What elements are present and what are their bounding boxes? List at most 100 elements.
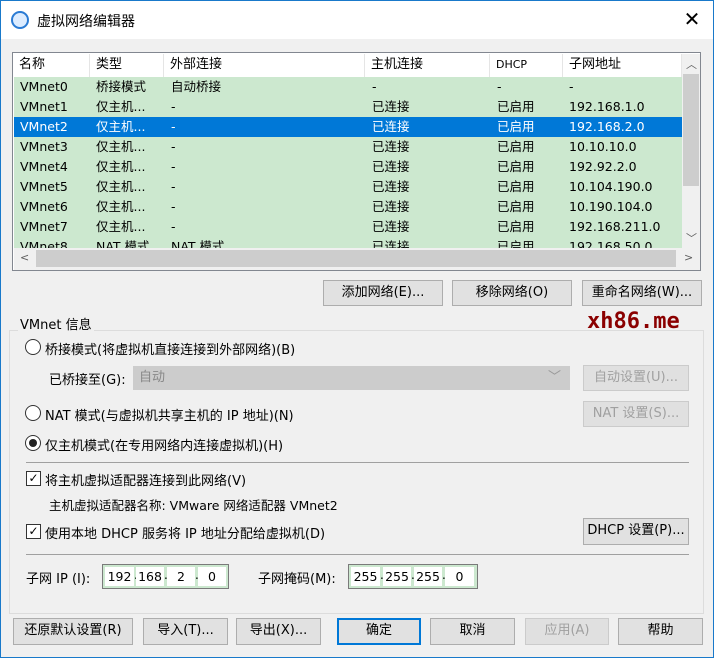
cell-host: 已连接: [372, 119, 410, 134]
watermark: xh86.me: [587, 309, 680, 334]
cell-type: 仅主机...: [96, 139, 146, 154]
column-header-subnet[interactable]: 子网地址: [563, 54, 682, 77]
scroll-right-icon[interactable]: >: [684, 251, 693, 264]
close-button[interactable]: ✕: [679, 7, 705, 31]
table-row[interactable]: VMnet2 仅主机... - 已连接 已启用 192.168.2.0: [14, 117, 682, 137]
table-row[interactable]: VMnet3 仅主机... - 已连接 已启用 10.10.10.0: [14, 137, 682, 157]
table-row[interactable]: VMnet1 仅主机... - 已连接 已启用 192.168.1.0: [14, 97, 682, 117]
ip-octet[interactable]: 168: [136, 567, 164, 586]
cell-host: 已连接: [372, 179, 410, 194]
cell-subnet: 192.168.1.0: [569, 99, 645, 114]
cell-type: 仅主机...: [96, 119, 146, 134]
nat-mode-label[interactable]: NAT 模式(与虚拟机共享主机的 IP 地址)(N): [45, 405, 294, 424]
auto-settings-button[interactable]: 自动设置(U)...: [583, 365, 689, 391]
help-button[interactable]: 帮助: [618, 618, 703, 645]
connect-adapter-checkbox[interactable]: ✓: [26, 471, 41, 486]
cell-type: 仅主机...: [96, 99, 146, 114]
column-header-host[interactable]: 主机连接: [365, 54, 490, 77]
rename-network-button[interactable]: 重命名网络(W)...: [582, 280, 702, 306]
cell-dhcp: 已启用: [497, 219, 535, 234]
apply-button[interactable]: 应用(A): [525, 618, 609, 645]
cell-host: 已连接: [372, 159, 410, 174]
add-network-button[interactable]: 添加网络(E)...: [323, 280, 443, 306]
cell-external: -: [171, 159, 176, 174]
cell-external: -: [171, 139, 176, 154]
cell-dhcp: 已启用: [497, 119, 535, 134]
host-only-mode-label[interactable]: 仅主机模式(在专用网络内连接虚拟机)(H): [45, 435, 283, 454]
cell-external: -: [171, 219, 176, 234]
scrollbar-thumb[interactable]: [36, 250, 676, 267]
mask-octet[interactable]: 255: [414, 567, 442, 586]
cancel-button[interactable]: 取消: [430, 618, 515, 645]
cell-name: VMnet7: [20, 219, 68, 234]
export-button[interactable]: 导出(X)...: [236, 618, 321, 645]
bridged-mode-radio[interactable]: [25, 339, 41, 355]
table-row[interactable]: VMnet4 仅主机... - 已连接 已启用 192.92.2.0: [14, 157, 682, 177]
subnet-mask-input[interactable]: 255. 255. 255. 0: [348, 564, 478, 589]
import-button[interactable]: 导入(T)...: [143, 618, 228, 645]
cell-name: VMnet6: [20, 199, 68, 214]
table-row[interactable]: VMnet0 桥接模式 自动桥接 - - -: [14, 77, 682, 97]
table-row[interactable]: VMnet7 仅主机... - 已连接 已启用 192.168.211.0: [14, 217, 682, 237]
restore-defaults-button[interactable]: 还原默认设置(R): [13, 618, 133, 645]
bridged-to-select[interactable]: 自动 ﹀: [133, 366, 570, 390]
column-header-type[interactable]: 类型: [90, 54, 164, 77]
cell-name: VMnet4: [20, 159, 68, 174]
scroll-left-icon[interactable]: <: [20, 251, 29, 264]
column-header-external[interactable]: 外部连接: [164, 54, 365, 77]
cell-host: -: [372, 79, 377, 94]
cell-type: 仅主机...: [96, 159, 146, 174]
divider: [26, 462, 689, 463]
network-table[interactable]: 名称 类型 外部连接 主机连接 DHCP 子网地址 VMnet0 桥接模式 自动桥接…: [12, 52, 701, 271]
dhcp-settings-button[interactable]: DHCP 设置(P)...: [583, 518, 689, 545]
scroll-down-icon[interactable]: ﹀: [686, 230, 697, 246]
ip-octet[interactable]: 192: [105, 567, 134, 586]
use-dhcp-label[interactable]: 使用本地 DHCP 服务将 IP 地址分配给虚拟机(D): [45, 523, 325, 542]
cell-dhcp: -: [497, 79, 502, 94]
cell-external: 自动桥接: [171, 79, 222, 94]
subnet-ip-input[interactable]: 192. 168. 2. 0: [102, 564, 229, 589]
adapter-name-text: 主机虚拟适配器名称: VMware 网络适配器 VMnet2: [49, 498, 338, 513]
subnet-ip-label: 子网 IP (I):: [26, 572, 91, 587]
column-header-name[interactable]: 名称: [13, 54, 90, 77]
cell-external: -: [171, 179, 176, 194]
mask-octet[interactable]: 0: [445, 567, 474, 586]
cell-subnet: 192.92.2.0: [569, 159, 637, 174]
use-dhcp-checkbox[interactable]: ✓: [26, 524, 41, 539]
window-title: 虚拟网络编辑器: [37, 14, 135, 30]
cell-type: 仅主机...: [96, 179, 146, 194]
scroll-up-icon[interactable]: ︿: [686, 56, 697, 72]
table-row[interactable]: VMnet6 仅主机... - 已连接 已启用 10.190.104.0: [14, 197, 682, 217]
cell-type: 桥接模式: [96, 79, 147, 94]
bridged-mode-label[interactable]: 桥接模式(将虚拟机直接连接到外部网络)(B): [45, 339, 295, 358]
host-only-mode-radio[interactable]: [25, 435, 41, 451]
cell-dhcp: 已启用: [497, 99, 535, 114]
cell-subnet: 192.168.2.0: [569, 119, 645, 134]
vertical-scrollbar[interactable]: ︿ ﹀: [682, 54, 700, 248]
horizontal-scrollbar[interactable]: < >: [14, 248, 700, 270]
bridged-to-label: 已桥接至(G):: [49, 373, 126, 388]
bridged-to-value: 自动: [139, 370, 166, 385]
cell-host: 已连接: [372, 139, 410, 154]
cell-type: 仅主机...: [96, 199, 146, 214]
nat-mode-radio[interactable]: [25, 405, 41, 421]
mask-octet[interactable]: 255: [351, 567, 380, 586]
ok-button[interactable]: 确定: [337, 618, 421, 645]
cell-subnet: 10.104.190.0: [569, 179, 653, 194]
subnet-mask-label: 子网掩码(M):: [258, 572, 336, 587]
ip-octet[interactable]: 0: [198, 567, 226, 586]
chevron-down-icon: ﹀: [547, 370, 561, 385]
nat-settings-button[interactable]: NAT 设置(S)...: [583, 401, 689, 427]
cell-host: 已连接: [372, 99, 410, 114]
cell-dhcp: 已启用: [497, 139, 535, 154]
scrollbar-thumb[interactable]: [683, 74, 699, 186]
ip-octet[interactable]: 2: [167, 567, 195, 586]
table-row[interactable]: VMnet5 仅主机... - 已连接 已启用 10.104.190.0: [14, 177, 682, 197]
cell-name: VMnet0: [20, 79, 68, 94]
cell-name: VMnet3: [20, 139, 68, 154]
mask-octet[interactable]: 255: [383, 567, 411, 586]
column-header-dhcp[interactable]: DHCP: [490, 54, 563, 77]
connect-adapter-label[interactable]: 将主机虚拟适配器连接到此网络(V): [45, 470, 246, 489]
cell-dhcp: 已启用: [497, 179, 535, 194]
remove-network-button[interactable]: 移除网络(O): [452, 280, 572, 306]
